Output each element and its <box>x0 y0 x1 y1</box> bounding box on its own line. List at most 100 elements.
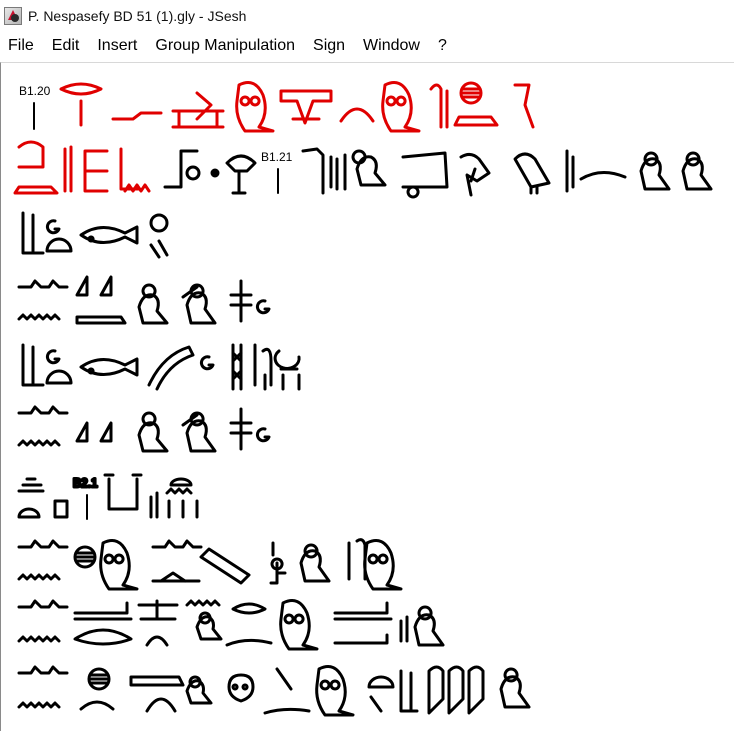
seated-man-glyph[interactable] <box>299 543 331 583</box>
leg-glyph[interactable] <box>21 211 45 255</box>
falcon-on-standard-glyph[interactable] <box>225 154 257 195</box>
reeds-glyph[interactable] <box>149 491 159 519</box>
water-glyph[interactable] <box>185 599 221 607</box>
water-glyph[interactable] <box>17 439 61 447</box>
water-glyph[interactable] <box>17 701 61 709</box>
seated-man-arms-glyph[interactable] <box>181 283 217 325</box>
arm-glyph[interactable] <box>145 697 177 713</box>
reed-shelter-glyph[interactable] <box>17 477 45 493</box>
plural-strokes-glyph[interactable] <box>167 499 199 519</box>
triangle-glyph[interactable] <box>75 421 113 443</box>
sandal-glyph[interactable] <box>427 665 485 715</box>
plant-glyph[interactable] <box>229 279 253 323</box>
owl-glyph[interactable] <box>99 539 139 591</box>
wick-glyph[interactable] <box>45 219 61 235</box>
comb-glyph[interactable] <box>83 149 109 193</box>
wick-glyph[interactable] <box>255 299 271 315</box>
bread-glyph[interactable] <box>73 601 133 621</box>
vulture-glyph[interactable] <box>513 152 551 195</box>
bread-loaf-glyph[interactable] <box>45 237 73 253</box>
stairs-glyph[interactable] <box>163 149 199 189</box>
sledge-glyph[interactable] <box>171 91 225 129</box>
door-bolt-glyph[interactable] <box>53 499 69 519</box>
bread-loaf-glyph[interactable] <box>367 675 395 689</box>
menu-window[interactable]: Window <box>354 35 429 57</box>
seated-man-glyph[interactable] <box>137 283 169 325</box>
snake-glyph[interactable] <box>263 707 311 715</box>
bread-glyph[interactable] <box>453 115 499 127</box>
table-glyph[interactable] <box>279 89 333 125</box>
owl-glyph[interactable] <box>381 81 421 133</box>
wick-glyph[interactable] <box>255 427 271 443</box>
menu-group-manipulation[interactable]: Group Manipulation <box>146 35 304 57</box>
menu-file[interactable]: File <box>0 35 43 57</box>
menu-sign[interactable]: Sign <box>304 35 354 57</box>
seated-man-glyph[interactable] <box>195 611 223 641</box>
owl-glyph[interactable] <box>235 81 275 133</box>
arm-glyph[interactable] <box>339 107 375 123</box>
leg-glyph[interactable] <box>119 147 141 191</box>
bread-loaf-glyph[interactable] <box>45 369 73 385</box>
mouth-glyph[interactable] <box>59 82 103 96</box>
snake-glyph[interactable] <box>225 638 273 647</box>
bread-loaf-glyph[interactable] <box>17 507 41 519</box>
jsesh-app-icon[interactable] <box>4 7 22 25</box>
bread-glyph[interactable] <box>129 675 185 687</box>
staff-glyph[interactable] <box>301 147 325 195</box>
reeds-glyph[interactable] <box>399 615 409 643</box>
triangle-glyph[interactable] <box>75 275 113 297</box>
wick-glyph[interactable] <box>45 349 61 365</box>
palette-glyph[interactable] <box>199 547 251 585</box>
reed-glyph[interactable] <box>63 145 73 193</box>
cobra-glyph[interactable] <box>17 140 45 169</box>
mast-glyph[interactable] <box>401 151 449 199</box>
rope-glyph[interactable] <box>273 349 301 371</box>
water-glyph[interactable] <box>17 573 61 581</box>
mouth-glyph[interactable] <box>73 628 133 646</box>
arm-glyph[interactable] <box>145 635 169 647</box>
fish-glyph[interactable] <box>79 225 139 245</box>
seated-man-glyph[interactable] <box>499 667 531 709</box>
water-line-glyph[interactable] <box>17 599 69 609</box>
seal-glyph[interactable] <box>149 213 169 233</box>
owl-glyph[interactable] <box>279 599 319 651</box>
seated-man-glyph[interactable] <box>351 149 387 187</box>
water-glyph[interactable] <box>17 313 61 321</box>
legs-glyph[interactable] <box>149 239 169 259</box>
mouth-glyph[interactable] <box>231 602 267 615</box>
scale-glyph[interactable] <box>137 599 179 621</box>
snake-glyph[interactable] <box>579 171 627 181</box>
bread-glyph[interactable] <box>333 601 393 621</box>
lasso-glyph[interactable] <box>147 345 195 391</box>
water-line-glyph[interactable] <box>17 279 69 289</box>
stroke-glyph[interactable] <box>275 667 293 691</box>
wick-glyph[interactable] <box>199 355 215 371</box>
reed-glyph[interactable] <box>565 149 575 193</box>
water-line-glyph[interactable] <box>151 539 203 549</box>
sledge-glyph[interactable] <box>151 571 201 583</box>
bread-glyph[interactable] <box>333 633 389 645</box>
menu-insert[interactable]: Insert <box>88 35 146 57</box>
stroke-glyph[interactable] <box>369 695 383 713</box>
owl-glyph[interactable] <box>315 665 355 717</box>
loaf-over-water-glyph[interactable] <box>165 477 193 495</box>
hieroglyph-editor-canvas[interactable]: B1.20 B1.21 B2.1 <box>0 62 734 731</box>
sun-glyph[interactable] <box>185 165 201 181</box>
seated-man-arms-glyph[interactable] <box>181 411 217 453</box>
water-line-glyph[interactable] <box>17 665 69 675</box>
fish-glyph[interactable] <box>79 357 139 377</box>
seated-man-glyph[interactable] <box>413 605 445 647</box>
face-glyph[interactable] <box>227 673 255 703</box>
ka-arms-glyph[interactable] <box>103 473 143 511</box>
water-line-glyph[interactable] <box>17 405 69 415</box>
twisted-flax-glyph[interactable] <box>231 343 243 391</box>
bread-glyph[interactable] <box>75 315 127 325</box>
bread-glyph[interactable] <box>13 185 59 195</box>
seated-man-glyph[interactable] <box>639 151 671 191</box>
reeds-glyph[interactable] <box>329 153 347 191</box>
seated-man-glyph[interactable] <box>137 411 169 453</box>
plant-glyph[interactable] <box>229 407 253 451</box>
menu-help[interactable]: ? <box>429 35 456 57</box>
bird-glyph[interactable] <box>459 152 491 197</box>
leg-glyph[interactable] <box>21 343 45 387</box>
